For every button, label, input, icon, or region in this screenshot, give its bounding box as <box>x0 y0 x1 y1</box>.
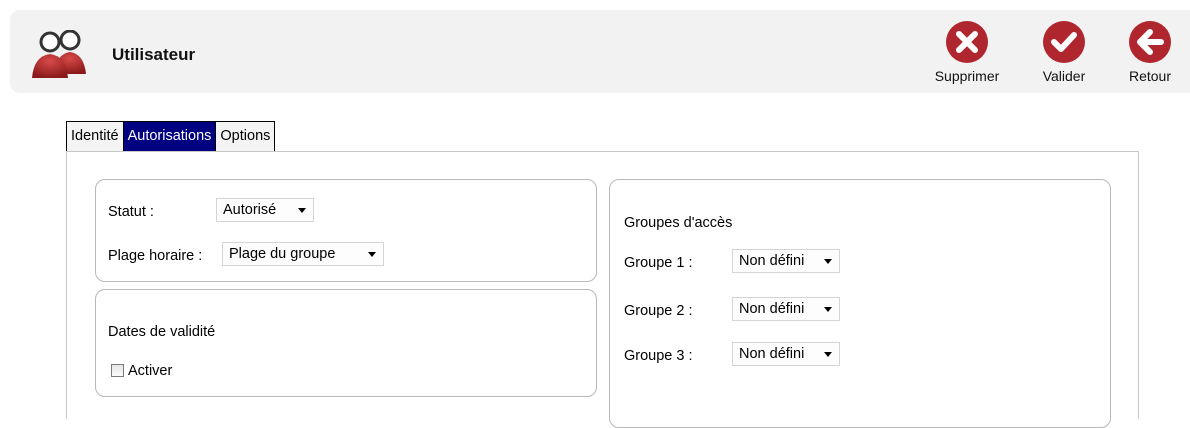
back-button[interactable]: Retour <box>1115 20 1185 84</box>
timeslot-label: Plage horaire : <box>108 248 203 264</box>
validity-title: Dates de validité <box>108 324 216 340</box>
timeslot-select[interactable]: Plage du groupe <box>222 242 384 266</box>
status-value: Autorisé <box>223 202 277 218</box>
enable-checkbox[interactable] <box>111 364 124 377</box>
chevron-down-icon <box>298 208 306 213</box>
header-bar: Utilisateur Supprimer Valider Retour <box>10 10 1190 93</box>
delete-button[interactable]: Supprimer <box>932 20 1002 84</box>
tab-bar: Identité Autorisations Options <box>66 121 276 152</box>
users-icon <box>32 30 86 78</box>
tab-autorisations[interactable]: Autorisations <box>122 121 217 151</box>
group-3-label: Groupe 3 : <box>624 348 693 364</box>
group-2-select[interactable]: Non défini <box>732 297 840 321</box>
status-panel: Statut : Autorisé Plage horaire : Plage … <box>95 179 597 282</box>
status-label: Statut : <box>108 204 154 220</box>
check-circle-icon <box>1043 21 1085 63</box>
back-label: Retour <box>1128 68 1172 84</box>
group-1-select[interactable]: Non défini <box>732 249 840 273</box>
enable-label: Activer <box>128 363 173 379</box>
validate-button[interactable]: Valider <box>1029 20 1099 84</box>
validity-panel: Dates de validité Activer <box>95 289 597 397</box>
group-3-value: Non défini <box>739 346 805 362</box>
arrow-left-circle-icon <box>1129 21 1171 63</box>
chevron-down-icon <box>824 352 832 357</box>
access-groups-title: Groupes d'accès <box>624 215 733 231</box>
tab-content: Statut : Autorisé Plage horaire : Plage … <box>66 151 1139 428</box>
access-groups-panel: Groupes d'accès Groupe 1 : Non défini Gr… <box>609 179 1111 428</box>
x-circle-icon <box>946 21 988 63</box>
group-3-select[interactable]: Non défini <box>732 342 840 366</box>
chevron-down-icon <box>368 252 376 257</box>
group-2-label: Groupe 2 : <box>624 303 693 319</box>
delete-label: Supprimer <box>934 68 1000 84</box>
group-1-label: Groupe 1 : <box>624 255 693 271</box>
chevron-down-icon <box>824 307 832 312</box>
group-2-value: Non défini <box>739 301 805 317</box>
tab-identite[interactable]: Identité <box>66 121 124 151</box>
group-1-value: Non défini <box>739 253 805 269</box>
timeslot-value: Plage du groupe <box>229 246 336 262</box>
tab-options[interactable]: Options <box>215 121 276 151</box>
page-title: Utilisateur <box>112 45 196 64</box>
validate-label: Valider <box>1042 68 1086 84</box>
chevron-down-icon <box>824 259 832 264</box>
status-select[interactable]: Autorisé <box>216 198 314 222</box>
